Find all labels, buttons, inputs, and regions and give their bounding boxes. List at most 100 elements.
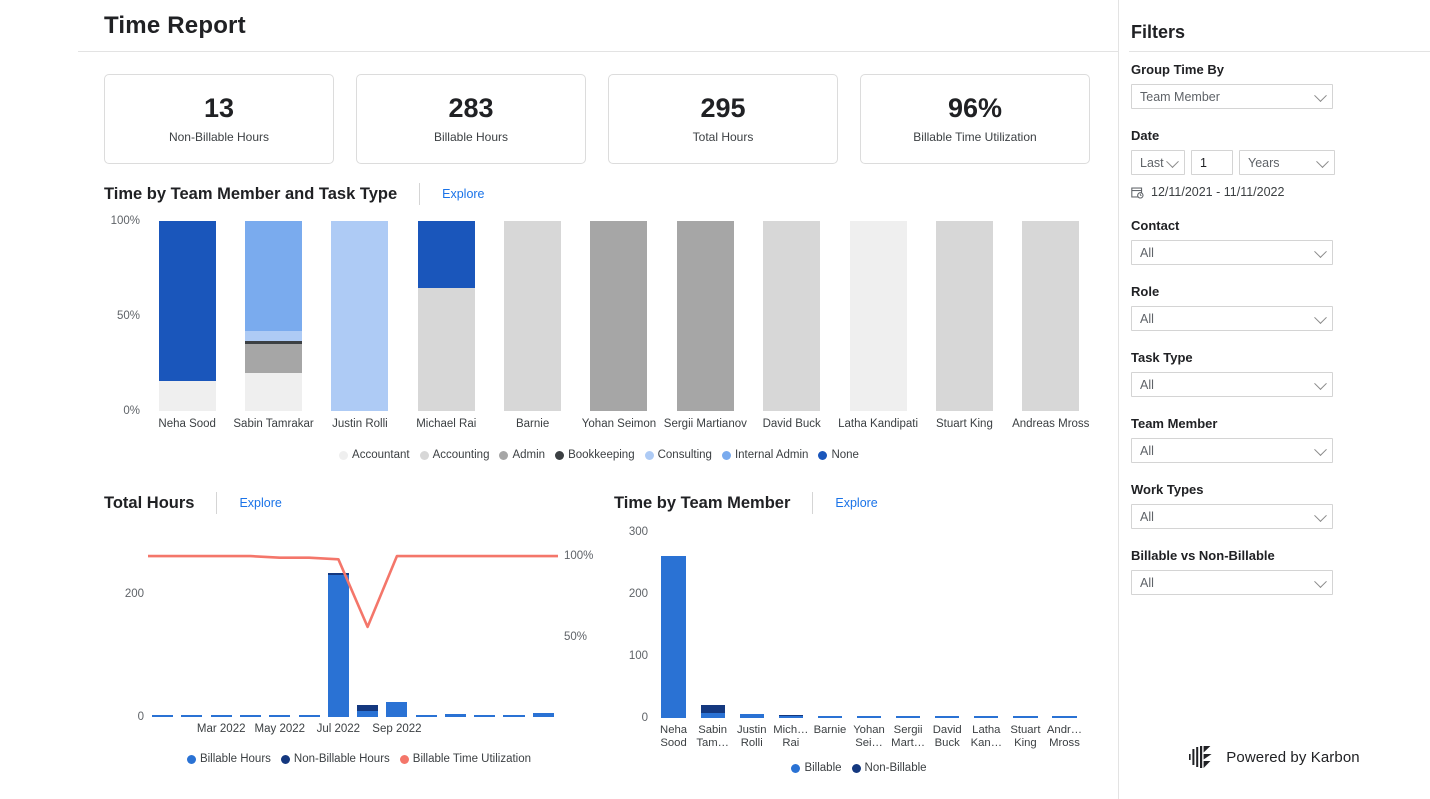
bar-segment[interactable]	[778, 715, 803, 718]
stacked-bar[interactable]	[700, 705, 725, 718]
bar-column[interactable]	[771, 532, 810, 718]
work-types-select[interactable]: All	[1131, 504, 1333, 529]
stacked-bar[interactable]	[676, 221, 734, 411]
bar-column[interactable]	[928, 532, 967, 718]
bar-column[interactable]	[732, 532, 771, 718]
bar-segment[interactable]	[700, 705, 725, 714]
bar-segment[interactable]	[1022, 221, 1080, 411]
bar-segment[interactable]	[1052, 716, 1077, 718]
bar-column[interactable]	[889, 532, 928, 718]
legend-item[interactable]: Accountant	[339, 449, 410, 461]
time-report-page: Time Report 13 Non-Billable Hours 283 Billa…	[0, 0, 1430, 799]
legend-item[interactable]: Non-Billable	[851, 762, 927, 774]
bar-column[interactable]	[967, 532, 1006, 718]
bar-segment[interactable]	[935, 221, 993, 411]
bar-column[interactable]	[1008, 221, 1094, 411]
bar-segment[interactable]	[590, 221, 648, 411]
bar-column[interactable]	[921, 221, 1007, 411]
legend-item[interactable]: Billable Time Utilization	[399, 753, 531, 765]
stacked-bar[interactable]	[739, 714, 764, 718]
bar-segment[interactable]	[856, 716, 882, 718]
bar-segment[interactable]	[158, 221, 216, 381]
bar-column[interactable]	[317, 221, 403, 411]
bar-segment[interactable]	[331, 221, 389, 411]
stacked-bar[interactable]	[245, 221, 303, 411]
date-unit-select[interactable]: Years	[1239, 150, 1335, 175]
team-member-select[interactable]: All	[1131, 438, 1333, 463]
stacked-bar[interactable]	[778, 714, 803, 718]
bar-segment[interactable]	[504, 221, 562, 411]
bar-segment[interactable]	[158, 380, 216, 411]
stacked-bar[interactable]	[817, 716, 843, 718]
bar-segment[interactable]	[739, 714, 764, 718]
bar-column[interactable]	[749, 221, 835, 411]
bar-segment[interactable]	[245, 221, 303, 332]
bar-segment[interactable]	[974, 716, 999, 718]
explore-link[interactable]: Explore	[442, 187, 484, 201]
stacked-bar[interactable]	[1052, 716, 1077, 718]
bar-segment[interactable]	[895, 716, 921, 718]
bar-column[interactable]	[654, 532, 693, 718]
role-select[interactable]: All	[1131, 306, 1333, 331]
stacked-bar[interactable]	[856, 716, 882, 718]
legend-item[interactable]: Billable Hours	[186, 753, 271, 765]
section-title: Time by Team Member	[614, 493, 791, 512]
bar-column[interactable]	[576, 221, 662, 411]
bar-column[interactable]	[849, 532, 888, 718]
task-type-select[interactable]: All	[1131, 372, 1333, 397]
legend-item[interactable]: Admin	[499, 449, 545, 461]
legend-item[interactable]: Accounting	[419, 449, 489, 461]
bar-column[interactable]	[662, 221, 748, 411]
stacked-bar[interactable]	[158, 221, 216, 411]
bar-segment[interactable]	[700, 713, 725, 718]
bar-segment[interactable]	[245, 372, 303, 411]
stacked-bar[interactable]	[331, 221, 389, 411]
bar-column[interactable]	[144, 221, 230, 411]
bar-segment[interactable]	[661, 555, 686, 718]
bar-segment[interactable]	[676, 221, 734, 411]
contact-select[interactable]: All	[1131, 240, 1333, 265]
stacked-bar[interactable]	[590, 221, 648, 411]
bar-segment[interactable]	[849, 221, 907, 411]
stacked-bar[interactable]	[504, 221, 562, 411]
explore-link[interactable]: Explore	[835, 496, 877, 510]
stacked-bar[interactable]	[895, 716, 921, 718]
bar-column[interactable]	[489, 221, 575, 411]
date-amount-input[interactable]: 1	[1191, 150, 1233, 175]
stacked-bar[interactable]	[935, 221, 993, 411]
bar-segment[interactable]	[763, 221, 821, 411]
bar-column[interactable]	[230, 221, 316, 411]
billable-vs-non-billable-select[interactable]: All	[1131, 570, 1333, 595]
stacked-bar[interactable]	[1022, 221, 1080, 411]
legend-item[interactable]: Non-Billable Hours	[280, 753, 390, 765]
y-tick: 300	[628, 526, 648, 538]
bar-column[interactable]	[1045, 532, 1084, 718]
stacked-bar[interactable]	[974, 716, 999, 718]
bar-segment[interactable]	[245, 331, 303, 341]
stacked-bar[interactable]	[849, 221, 907, 411]
group-time-by-select[interactable]: Team Member	[1131, 84, 1333, 109]
bar-column[interactable]	[810, 532, 849, 718]
legend-item[interactable]: Bookkeeping	[555, 449, 635, 461]
legend-item[interactable]: Consulting	[644, 449, 712, 461]
stacked-bar[interactable]	[763, 221, 821, 411]
bar-column[interactable]	[835, 221, 921, 411]
bar-column[interactable]	[1006, 532, 1045, 718]
bar-segment[interactable]	[245, 344, 303, 373]
bar-segment[interactable]	[417, 221, 475, 288]
bar-segment[interactable]	[1013, 716, 1038, 718]
legend-item[interactable]: None	[818, 449, 859, 461]
bar-segment[interactable]	[417, 287, 475, 411]
bar-segment[interactable]	[935, 716, 960, 718]
legend-item[interactable]: Internal Admin	[721, 449, 808, 461]
bar-segment[interactable]	[817, 716, 843, 718]
legend-item[interactable]: Billable	[791, 762, 842, 774]
bar-column[interactable]	[403, 221, 489, 411]
stacked-bar[interactable]	[1013, 716, 1038, 718]
stacked-bar[interactable]	[417, 221, 475, 411]
explore-link[interactable]: Explore	[239, 496, 281, 510]
date-mode-select[interactable]: Last	[1131, 150, 1185, 175]
stacked-bar[interactable]	[935, 716, 960, 718]
stacked-bar[interactable]	[661, 555, 686, 718]
bar-column[interactable]	[693, 532, 732, 718]
